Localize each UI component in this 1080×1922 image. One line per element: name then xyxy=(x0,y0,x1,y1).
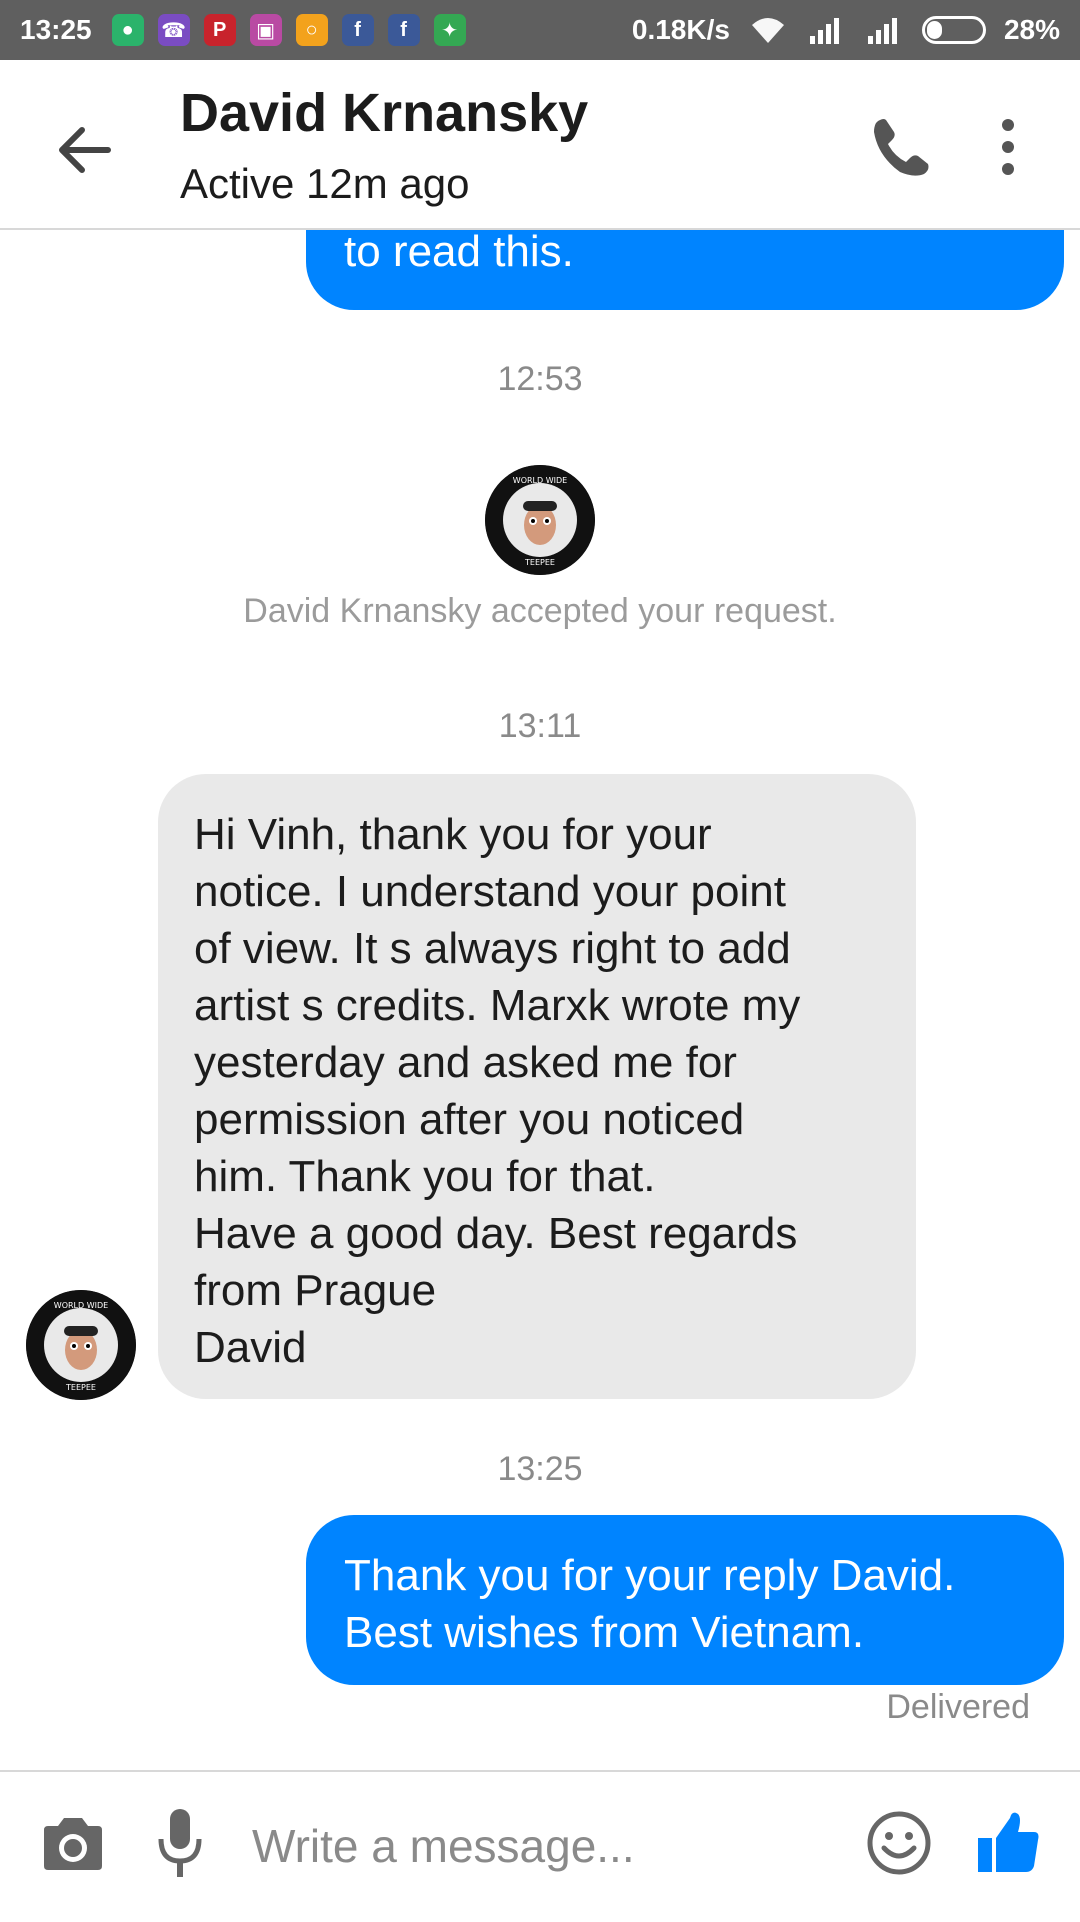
contact-name[interactable]: David Krnansky xyxy=(180,82,588,144)
emoji-icon[interactable] xyxy=(866,1810,932,1876)
network-speed: 0.18K/s xyxy=(631,14,730,45)
timestamp: 12:53 xyxy=(497,360,583,398)
battery-level xyxy=(926,21,942,39)
instagram-icon: ▣ xyxy=(249,14,282,46)
svg-text:WORLD WIDE: WORLD WIDE xyxy=(54,1301,108,1310)
incoming-message-bubble[interactable]: Hi Vinh, thank you for your notice. I un… xyxy=(158,774,916,1399)
outgoing-message-bubble[interactable]: to read this. xyxy=(306,230,1064,310)
photos-icon: ✦ xyxy=(433,14,466,46)
message-input[interactable] xyxy=(250,1810,834,1882)
conversation-header: David Krnansky Active 12m ago xyxy=(0,60,1080,230)
viber-icon: ☎ xyxy=(157,14,190,46)
camera-icon[interactable] xyxy=(40,1814,106,1874)
contact-avatar[interactable]: WORLD WIDE TEEPEE xyxy=(485,465,595,575)
status-time: 13:25 xyxy=(20,14,92,45)
avatar-image: WORLD WIDE TEEPEE xyxy=(26,1290,136,1400)
contact-avatar[interactable]: WORLD WIDE TEEPEE xyxy=(26,1290,136,1400)
avatar-image: WORLD WIDE TEEPEE xyxy=(485,465,595,575)
status-bar: 13:25 ● ☎ P ▣ ○ f f ✦ 0.18K/s 28% xyxy=(0,0,1080,60)
accepted-request-notice: David Krnansky accepted your request. xyxy=(243,592,837,630)
message-text: to read this. xyxy=(344,230,574,276)
svg-text:WORLD WIDE: WORLD WIDE xyxy=(513,476,567,485)
chat-app-icon: ○ xyxy=(295,14,328,46)
svg-text:TEEPEE: TEEPEE xyxy=(524,558,555,567)
battery-icon xyxy=(921,16,986,44)
more-options-icon[interactable] xyxy=(990,112,1026,182)
back-arrow-icon[interactable] xyxy=(50,115,120,185)
timestamp: 13:11 xyxy=(498,707,582,745)
facebook-icon: f xyxy=(387,14,420,46)
phone-call-icon[interactable] xyxy=(866,112,936,182)
signal-icon xyxy=(867,18,897,44)
status-right: 0.18K/s 28% xyxy=(632,14,1060,46)
battery-percent: 28% xyxy=(1003,14,1060,45)
contact-active-status: Active 12m ago xyxy=(180,160,470,207)
timestamp: 13:25 xyxy=(497,1450,583,1488)
pinterest-icon: P xyxy=(203,14,236,46)
wifi-icon xyxy=(751,18,784,43)
message-composer xyxy=(0,1770,1080,1922)
thumbs-up-icon[interactable] xyxy=(976,1808,1042,1876)
notification-icons: ● ☎ P ▣ ○ f f ✦ xyxy=(111,14,466,46)
shield-app-icon: ● xyxy=(111,14,144,46)
svg-text:TEEPEE: TEEPEE xyxy=(65,1383,96,1392)
microphone-icon[interactable] xyxy=(155,1807,205,1879)
delivery-status: Delivered xyxy=(886,1688,1030,1726)
outgoing-message-bubble[interactable]: Thank you for your reply David. Best wis… xyxy=(306,1515,1064,1685)
message-thread[interactable]: to read this. 12:53 WORLD WIDE TEEPEE Da… xyxy=(0,230,1080,1770)
signal-icon xyxy=(809,18,839,44)
facebook-icon: f xyxy=(341,14,374,46)
